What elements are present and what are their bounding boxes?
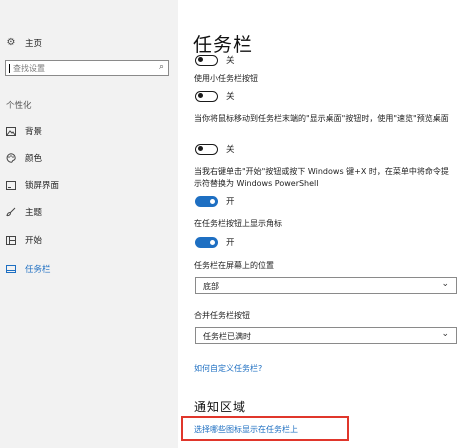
customize-taskbar-link[interactable]: 如何自定义任务栏? <box>194 363 262 374</box>
lock-screen-icon <box>6 180 16 190</box>
search-icon[interactable]: ⌕ <box>159 62 164 72</box>
toggle-state: 开 <box>226 197 235 207</box>
toggle-row-powershell: 开 <box>195 195 235 207</box>
start-icon <box>6 235 16 245</box>
sidebar-item-background[interactable]: 背景 <box>6 124 42 138</box>
chevron-down-icon: ⌄ <box>441 279 449 289</box>
sidebar-item-label: 开始 <box>25 236 43 246</box>
sidebar-item-themes[interactable]: 主题 <box>6 205 42 219</box>
sidebar-item-lockscreen[interactable]: 锁屏界面 <box>6 178 59 192</box>
taskbar-position-dropdown[interactable]: 底部 ⌄ <box>195 277 457 294</box>
sidebar-item-label: 颜色 <box>25 154 43 164</box>
search-placeholder: 查找设置 <box>13 64 45 73</box>
picture-icon <box>6 126 16 136</box>
sidebar-item-label: 任务栏 <box>25 265 51 275</box>
toggle-row-peek: 关 <box>195 143 235 155</box>
dropdown-value: 任务栏已满时 <box>203 332 251 341</box>
toggle-state: 关 <box>226 145 235 155</box>
toggle-switch[interactable] <box>195 90 218 102</box>
toggle-switch[interactable] <box>195 195 218 207</box>
toggle-knob <box>198 93 203 98</box>
palette-icon <box>6 153 16 163</box>
sidebar-item-start[interactable]: 开始 <box>6 233 42 247</box>
brush-icon <box>6 207 16 217</box>
toggle-knob <box>210 198 215 204</box>
chevron-down-icon: ⌄ <box>441 329 449 339</box>
toggle-switch[interactable] <box>195 143 218 155</box>
toggle-row-hidden: 关 <box>195 54 235 66</box>
toggle-state: 开 <box>226 238 235 248</box>
sidebar-item-home[interactable]: ⚙ 主页 <box>6 36 43 50</box>
sidebar-item-taskbar[interactable]: 任务栏 <box>6 262 51 276</box>
toggle-state: 关 <box>226 56 235 66</box>
sidebar-item-label: 主页 <box>25 39 43 49</box>
toggle-knob <box>198 146 203 151</box>
toggle-state: 关 <box>226 92 235 102</box>
toggle-switch[interactable] <box>195 54 218 66</box>
taskbar-icon <box>6 264 16 274</box>
setting-label-position: 任务栏在屏幕上的位置 <box>194 261 274 270</box>
setting-label-small-buttons: 使用小任务栏按钮 <box>194 74 258 83</box>
setting-label-peek: 当你将鼠标移动到任务栏末端的"显示桌面"按钮时，使用"速览"预览桌面 <box>194 114 449 123</box>
sidebar-item-label: 主题 <box>25 208 43 218</box>
toggle-row-small-buttons: 关 <box>195 90 235 102</box>
page-title: 任务栏 <box>193 34 254 56</box>
section-title: 个性化 <box>6 101 32 111</box>
combine-buttons-dropdown[interactable]: 任务栏已满时 ⌄ <box>195 327 457 344</box>
setting-label-badges: 在任务栏按钮上显示角标 <box>194 219 282 228</box>
setting-label-combine: 合并任务栏按钮 <box>194 311 250 320</box>
toggle-knob <box>198 57 203 62</box>
search-input[interactable]: 查找设置 ⌕ <box>5 60 169 76</box>
toggle-knob <box>210 239 215 245</box>
sidebar-item-label: 锁屏界面 <box>25 181 60 191</box>
text-caret <box>9 64 10 73</box>
highlight-box <box>181 416 349 441</box>
sidebar-item-label: 背景 <box>25 127 43 137</box>
toggle-switch[interactable] <box>195 236 218 248</box>
sidebar-item-colors[interactable]: 颜色 <box>6 151 42 165</box>
gear-icon: ⚙ <box>6 37 16 48</box>
sidebar: ⚙ 主页 查找设置 ⌕ 个性化 背景 颜色 锁屏界面 主题 开始 任务栏 <box>0 0 178 448</box>
setting-label-powershell: 当我右键单击"开始"按钮或按下 Windows 键+X 时，在菜单中将命令提示符… <box>194 167 449 188</box>
notification-area-heading: 通知区域 <box>194 400 247 414</box>
toggle-row-badges: 开 <box>195 236 235 248</box>
dropdown-value: 底部 <box>203 282 219 291</box>
